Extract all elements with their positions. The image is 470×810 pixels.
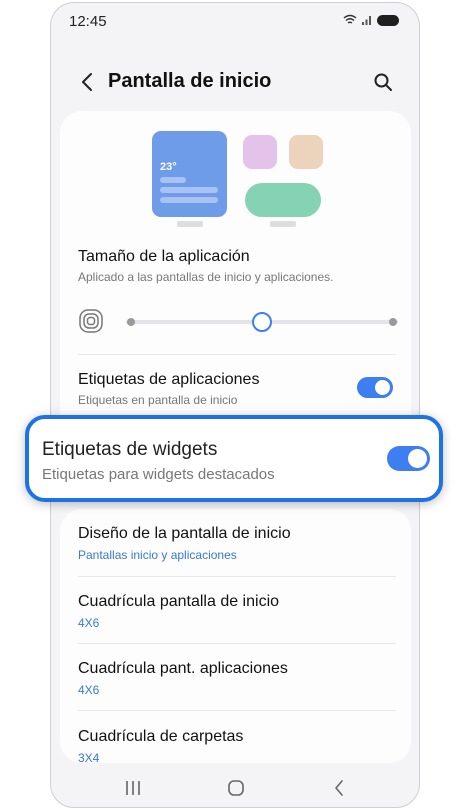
app-size-icon bbox=[79, 309, 103, 333]
preview-label bbox=[270, 221, 296, 227]
divider bbox=[78, 354, 396, 355]
app-size-title: Tamaño de la aplicación bbox=[78, 248, 250, 265]
setting-item-apps-grid[interactable]: Cuadrícula pant. aplicaciones 4X6 bbox=[60, 644, 411, 710]
setting-value: 4X6 bbox=[78, 683, 100, 697]
battery-icon bbox=[377, 14, 399, 26]
back-nav-button[interactable] bbox=[319, 773, 359, 803]
widget-labels-title: Etiquetas de widgets bbox=[42, 439, 218, 460]
setting-value: 3X4 bbox=[78, 751, 100, 765]
setting-value: 4X6 bbox=[78, 616, 100, 630]
recents-icon bbox=[126, 781, 140, 795]
grid-settings-card: Diseño de la pantalla de inicio Pantalla… bbox=[60, 509, 411, 765]
page-title: Pantalla de inicio bbox=[108, 70, 272, 92]
preview-widget-line bbox=[160, 177, 186, 183]
divider bbox=[78, 710, 396, 711]
setting-item-folder-grid[interactable]: Cuadrícula de carpetas 3X4 bbox=[60, 712, 411, 765]
back-button[interactable] bbox=[73, 67, 101, 97]
chevron-left-icon bbox=[82, 73, 92, 91]
home-button[interactable] bbox=[216, 773, 256, 803]
app-bar: Pantalla de inicio bbox=[51, 61, 419, 103]
preview-temperature: 23° bbox=[160, 161, 177, 173]
preview-app-icon bbox=[243, 135, 277, 169]
widget-labels-toggle[interactable] bbox=[387, 446, 430, 471]
toggle-knob bbox=[408, 449, 427, 468]
preview-weather-widget: 23° bbox=[152, 131, 227, 217]
app-labels-toggle[interactable] bbox=[357, 377, 393, 398]
app-labels-subtitle: Etiquetas en pantalla de inicio bbox=[78, 393, 238, 407]
setting-item-layout[interactable]: Diseño de la pantalla de inicio Pantalla… bbox=[60, 509, 411, 575]
preview-app-icon bbox=[289, 135, 323, 169]
app-labels-title: Etiquetas de aplicaciones bbox=[78, 371, 260, 388]
home-icon bbox=[228, 780, 244, 796]
app-size-slider[interactable] bbox=[78, 308, 398, 336]
widget-labels-row[interactable]: Etiquetas de widgets Etiquetas para widg… bbox=[25, 415, 443, 502]
recents-button[interactable] bbox=[113, 773, 153, 803]
widget-labels-subtitle: Etiquetas para widgets destacados bbox=[42, 466, 275, 483]
setting-title: Cuadrícula pant. aplicaciones bbox=[78, 660, 288, 677]
status-bar: 12:45 bbox=[51, 3, 419, 41]
phone-frame: 12:45 Pantalla de inicio 23° Tamaño de l… bbox=[50, 2, 420, 808]
app-size-subtitle: Aplicado a las pantallas de inicio y apl… bbox=[78, 270, 334, 284]
status-icons bbox=[343, 14, 399, 26]
wifi-icon bbox=[343, 14, 357, 24]
signal-icon bbox=[362, 16, 371, 25]
preview-label bbox=[177, 221, 203, 227]
slider-step-dot bbox=[127, 318, 135, 326]
setting-title: Cuadrícula de carpetas bbox=[78, 728, 244, 745]
setting-title: Cuadrícula pantalla de inicio bbox=[78, 593, 280, 610]
app-labels-row[interactable]: Etiquetas de aplicaciones Etiquetas en p… bbox=[60, 357, 411, 413]
setting-value: Pantallas inicio y aplicaciones bbox=[78, 548, 237, 562]
toggle-knob bbox=[375, 380, 390, 395]
search-icon bbox=[374, 73, 392, 91]
app-size-card: 23° Tamaño de la aplicación Aplicado a l… bbox=[60, 111, 411, 441]
slider-thumb[interactable] bbox=[251, 312, 272, 332]
navigation-bar bbox=[51, 771, 419, 807]
preview-widget-line bbox=[160, 197, 218, 203]
preview-widget-line bbox=[160, 187, 218, 193]
home-preview: 23° bbox=[60, 111, 411, 236]
slider-step-dot bbox=[389, 318, 397, 326]
status-time: 12:45 bbox=[69, 13, 107, 30]
back-icon bbox=[335, 780, 343, 796]
setting-title: Diseño de la pantalla de inicio bbox=[78, 525, 291, 542]
preview-wide-widget bbox=[245, 183, 321, 217]
search-button[interactable] bbox=[369, 67, 397, 97]
setting-item-home-grid[interactable]: Cuadrícula pantalla de inicio 4X6 bbox=[60, 577, 411, 643]
